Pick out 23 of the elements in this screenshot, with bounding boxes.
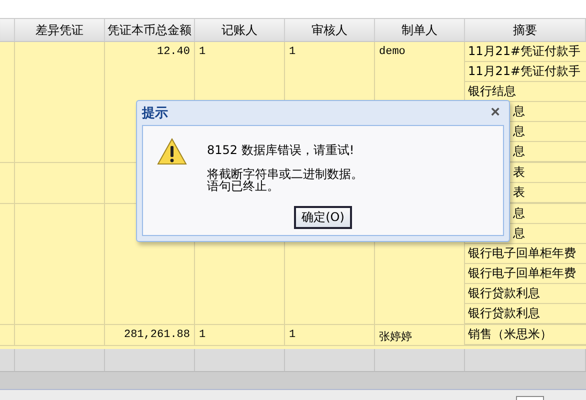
ok-button[interactable]: 确定(O)	[294, 206, 352, 229]
column-header: 审核人	[285, 19, 375, 41]
column-header: 摘要	[465, 19, 586, 41]
column-header: 凭证本币总金额	[105, 19, 195, 41]
column-header: 记账人	[195, 19, 285, 41]
column-header: 差异凭证	[15, 19, 105, 41]
table-cell: 张婷婷	[375, 325, 465, 345]
table-cell: 银行贷款利息	[465, 304, 586, 324]
table-cell: 1	[285, 325, 375, 345]
warning-icon	[157, 138, 187, 165]
table-cell: 销售（米思米）	[465, 325, 586, 345]
error-detail: 将截断字符串或二进制数据。	[207, 168, 363, 180]
table-cell: 281,261.88	[105, 325, 195, 345]
table-cell: 银行电子回单柜年费	[465, 244, 586, 264]
table-cell: 11月21#凭证付款手	[465, 42, 586, 62]
dialog-title: 提示	[142, 105, 168, 122]
column-header: 制单人	[375, 19, 465, 41]
close-button[interactable]: ×	[486, 104, 504, 122]
table-cell: 11月21#凭证付款手	[465, 62, 586, 82]
table-cell: 1	[195, 325, 285, 345]
table-cell: 银行电子回单柜年费	[465, 264, 586, 284]
table-cell: 银行贷款利息	[465, 284, 586, 304]
error-detail: 语句已终止。	[207, 180, 279, 192]
